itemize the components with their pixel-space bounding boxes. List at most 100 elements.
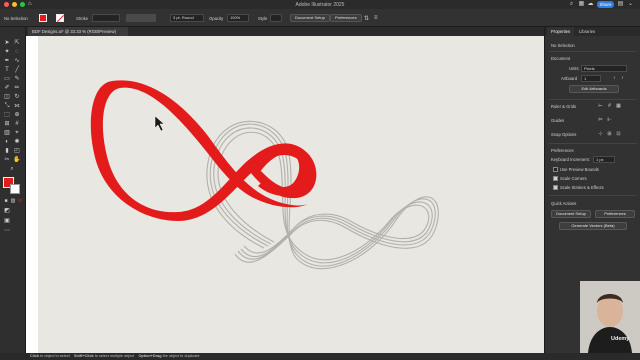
maximize-window-button[interactable]: [20, 2, 25, 7]
status-hint-text-2: to select multiple object: [94, 354, 135, 358]
stroke-weight-field[interactable]: [92, 14, 120, 22]
slice-tool-icon[interactable]: ✂: [3, 156, 11, 164]
generate-vectors-button[interactable]: Generate Vectors (Beta): [559, 222, 627, 230]
document-setup-button[interactable]: Document Setup: [290, 14, 330, 22]
zoom-tool-icon[interactable]: ⌕: [8, 165, 16, 173]
keyboard-increment-label: Keyboard Increment:: [551, 157, 590, 162]
fill-swatch[interactable]: [39, 13, 47, 23]
chevron-down-icon[interactable]: ⌄: [627, 1, 634, 8]
next-artboard-icon[interactable]: ›: [619, 75, 626, 82]
search-icon[interactable]: ⌕: [568, 1, 575, 8]
lock-guides-icon[interactable]: ⊩: [606, 117, 613, 124]
blend-tool-icon[interactable]: ◐: [3, 138, 11, 146]
presenter-webcam: [580, 281, 640, 353]
pixel-grid-icon[interactable]: ▦: [615, 103, 622, 110]
snap-point-icon[interactable]: ⊹: [597, 131, 604, 138]
quick-actions-heading: Quick Actions: [551, 201, 577, 206]
scale-corners-checkbox[interactable]: [553, 176, 558, 181]
share-button[interactable]: Share: [597, 1, 614, 8]
grid-icon[interactable]: #: [606, 103, 613, 110]
curvature-tool-icon[interactable]: ∿: [13, 57, 21, 65]
shape-builder-icon[interactable]: ⊕: [13, 111, 21, 119]
share-options-icon[interactable]: ▦: [578, 1, 585, 8]
keyboard-increment-field[interactable]: 1 px: [593, 156, 615, 163]
opacity-label: Opacity: [209, 15, 224, 21]
edit-toolbar-icon[interactable]: ⋯: [3, 227, 11, 235]
minimize-window-button[interactable]: [12, 2, 17, 7]
paintbrush-tool-icon[interactable]: ✎: [13, 75, 21, 83]
use-preview-bounds-label: Use Preview Bounds: [560, 167, 599, 172]
menu-icon[interactable]: ≡: [374, 13, 378, 23]
variable-width-field[interactable]: [126, 14, 156, 22]
edit-artboards-button[interactable]: Edit Artboards: [569, 85, 619, 93]
selection-tool-icon[interactable]: ➤: [3, 39, 11, 47]
mesh-tool-icon[interactable]: #: [13, 120, 21, 128]
show-guides-icon[interactable]: ⊨: [597, 117, 604, 124]
previous-artboard-icon[interactable]: ‹: [611, 75, 618, 82]
pen-tool-icon[interactable]: ✒: [3, 57, 11, 65]
draw-mode-icon[interactable]: ◩: [3, 207, 11, 215]
preferences-button[interactable]: Preferences: [330, 14, 362, 22]
snap-pixel-icon[interactable]: ⊡: [615, 131, 622, 138]
shaper-tool-icon[interactable]: ✐: [3, 84, 11, 92]
rotate-tool-icon[interactable]: ↻: [13, 93, 21, 101]
document-tab[interactable]: BDF Designs.ai* @ 33.33 % (RGB/Preview): [28, 27, 128, 36]
none-mode-icon[interactable]: ⊘: [16, 197, 24, 205]
ruler-icon[interactable]: ⊢: [597, 103, 604, 110]
artboard-field[interactable]: 1: [581, 75, 601, 82]
eyedropper-icon[interactable]: ⌖: [13, 129, 21, 137]
units-dropdown[interactable]: Pixels: [581, 65, 627, 72]
home-icon[interactable]: ⌂: [28, 1, 35, 8]
divider: [549, 195, 637, 196]
udemy-watermark: Udemy: [611, 336, 630, 342]
control-bar: No Selection Stroke 3 pt. Round Opacity …: [0, 9, 640, 27]
artboard-tool-icon[interactable]: ◰: [13, 147, 21, 155]
screen-mode-icon[interactable]: ▣: [3, 217, 11, 225]
scale-corners-label: Scale Corners: [560, 176, 587, 181]
tab-libraries[interactable]: Libraries: [575, 27, 599, 36]
canvas[interactable]: [26, 36, 544, 353]
type-tool-icon[interactable]: T: [3, 66, 11, 74]
gradient-tool-icon[interactable]: ▥: [3, 129, 11, 137]
scale-tool-icon[interactable]: ⤡: [3, 102, 11, 110]
document-tab-bar: BDF Designs.ai* @ 33.33 % (RGB/Preview): [26, 27, 544, 36]
width-tool-icon[interactable]: ⟗: [13, 102, 21, 110]
stroke-swatch[interactable]: [56, 13, 64, 23]
artboard-edge: [26, 36, 38, 353]
brush-definition-field[interactable]: 3 pt. Round: [170, 14, 204, 22]
cloud-icon[interactable]: ☁: [587, 1, 594, 8]
artwork: [90, 80, 439, 270]
pencil-tool-icon[interactable]: ✏: [13, 84, 21, 92]
artboard-label: Artboard: [561, 76, 578, 81]
lasso-tool-icon[interactable]: ◌: [13, 48, 21, 56]
stroke-color-box[interactable]: [10, 184, 20, 194]
use-preview-bounds-checkbox[interactable]: [553, 167, 558, 172]
graph-tool-icon[interactable]: ▮: [3, 147, 11, 155]
hand-tool-icon[interactable]: ✋: [13, 156, 21, 164]
close-window-button[interactable]: [4, 2, 9, 7]
arrange-icon[interactable]: ⇅: [364, 13, 369, 23]
divider: [549, 51, 637, 52]
style-dropdown[interactable]: [270, 14, 282, 22]
opacity-field[interactable]: 100%: [227, 14, 249, 22]
symbol-sprayer-icon[interactable]: ✺: [13, 138, 21, 146]
rectangle-tool-icon[interactable]: ▭: [3, 75, 11, 83]
quick-document-setup-button[interactable]: Document Setup: [551, 210, 591, 218]
eraser-tool-icon[interactable]: ◫: [3, 93, 11, 101]
preferences-heading: Preferences: [551, 148, 574, 153]
snap-grid-icon[interactable]: ⊞: [606, 131, 613, 138]
direct-selection-tool-icon[interactable]: ⇱: [13, 39, 21, 47]
magic-wand-icon[interactable]: ✦: [3, 48, 11, 56]
snap-options-label: Snap Options: [551, 132, 577, 137]
quick-preferences-button[interactable]: Preferences: [595, 210, 635, 218]
scale-strokes-checkbox[interactable]: [553, 185, 558, 190]
artboard[interactable]: [38, 36, 544, 353]
window-controls[interactable]: [4, 2, 25, 7]
free-transform-icon[interactable]: ⬚: [3, 111, 11, 119]
workspace-icon[interactable]: ▤: [617, 1, 624, 8]
tab-properties[interactable]: Properties: [547, 27, 575, 36]
status-hint-text-1: to object to select: [40, 354, 70, 358]
cursor-icon: [154, 115, 165, 132]
line-tool-icon[interactable]: ╱: [13, 66, 21, 74]
perspective-grid-icon[interactable]: ⊞: [3, 120, 11, 128]
